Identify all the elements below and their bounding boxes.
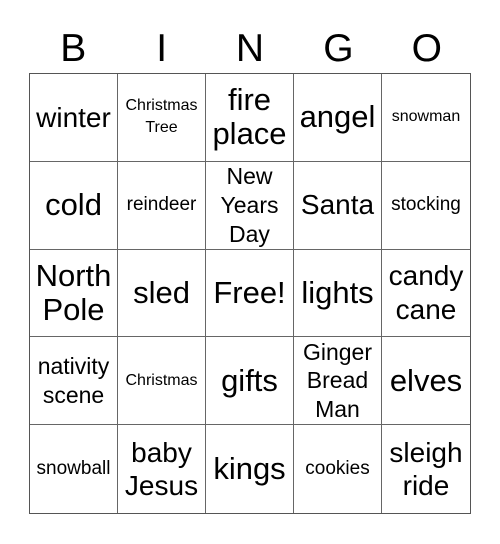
- bingo-cell[interactable]: winter: [30, 74, 118, 162]
- cell-label: snowball: [36, 457, 111, 479]
- cell-label: cold: [45, 187, 102, 223]
- cell-label: sled: [133, 274, 190, 310]
- cell-label: baby Jesus: [124, 436, 199, 502]
- cell-label: Christmas Tree: [125, 97, 198, 137]
- cell-label: nativity scene: [37, 353, 110, 408]
- cell-label: winter: [36, 101, 111, 133]
- cell-label: Christmas: [125, 371, 198, 389]
- bingo-cell[interactable]: snowman: [382, 74, 470, 162]
- cell-label: stocking: [391, 193, 461, 215]
- bingo-cell[interactable]: North Pole: [30, 249, 118, 338]
- bingo-cell[interactable]: Christmas: [118, 337, 206, 426]
- bingo-cell[interactable]: baby Jesus: [118, 425, 206, 513]
- header-letter-b: B: [60, 27, 87, 70]
- cell-label: sleigh ride: [389, 436, 463, 502]
- bingo-cell[interactable]: reindeer: [118, 161, 206, 250]
- bingo-cell[interactable]: candy cane: [382, 250, 470, 338]
- free-space-cell[interactable]: Free!: [206, 249, 294, 338]
- bingo-header: B I N G O: [29, 26, 471, 72]
- cell-label: New Years Day: [220, 163, 279, 247]
- bingo-grid: winter Christmas Tree fire place angel snowman…: [29, 73, 471, 514]
- header-letter-n: N: [235, 27, 265, 70]
- bingo-cell[interactable]: Santa: [294, 161, 382, 250]
- bingo-cell[interactable]: cookies: [294, 425, 382, 513]
- bingo-cell[interactable]: cold: [30, 161, 118, 250]
- cell-label: snowman: [391, 108, 461, 126]
- bingo-cell[interactable]: snowball: [30, 425, 118, 513]
- bingo-cell[interactable]: nativity scene: [30, 337, 118, 426]
- cell-label: lights: [301, 274, 374, 310]
- cell-label: kings: [213, 451, 286, 487]
- cell-label: North Pole: [35, 257, 112, 327]
- bingo-cell[interactable]: fire place: [206, 74, 294, 162]
- bingo-cell[interactable]: kings: [206, 425, 294, 513]
- header-letter-o: O: [411, 27, 442, 70]
- bingo-cell[interactable]: lights: [294, 249, 382, 338]
- cell-label: cookies: [305, 457, 370, 479]
- header-letter-i: I: [156, 27, 168, 70]
- cell-label: gifts: [221, 362, 278, 398]
- cell-label: elves: [389, 362, 463, 398]
- cell-label: angel: [299, 99, 376, 135]
- cell-label: Santa: [300, 189, 375, 221]
- cell-label: reindeer: [126, 193, 197, 215]
- cell-label: Free!: [213, 274, 286, 310]
- cell-label: candy cane: [388, 260, 464, 325]
- bingo-cell[interactable]: Christmas Tree: [118, 74, 206, 162]
- bingo-cell[interactable]: angel: [294, 74, 382, 162]
- bingo-cell[interactable]: New Years Day: [206, 161, 294, 250]
- bingo-cell[interactable]: gifts: [206, 337, 294, 426]
- bingo-cell[interactable]: sleigh ride: [382, 425, 470, 513]
- cell-label: Ginger Bread Man: [302, 338, 373, 423]
- bingo-cell[interactable]: sled: [118, 249, 206, 338]
- bingo-cell[interactable]: Ginger Bread Man: [294, 337, 382, 426]
- header-letter-g: G: [323, 27, 354, 70]
- bingo-cell[interactable]: elves: [382, 337, 470, 426]
- cell-label: fire place: [212, 82, 287, 152]
- bingo-cell[interactable]: stocking: [382, 162, 470, 250]
